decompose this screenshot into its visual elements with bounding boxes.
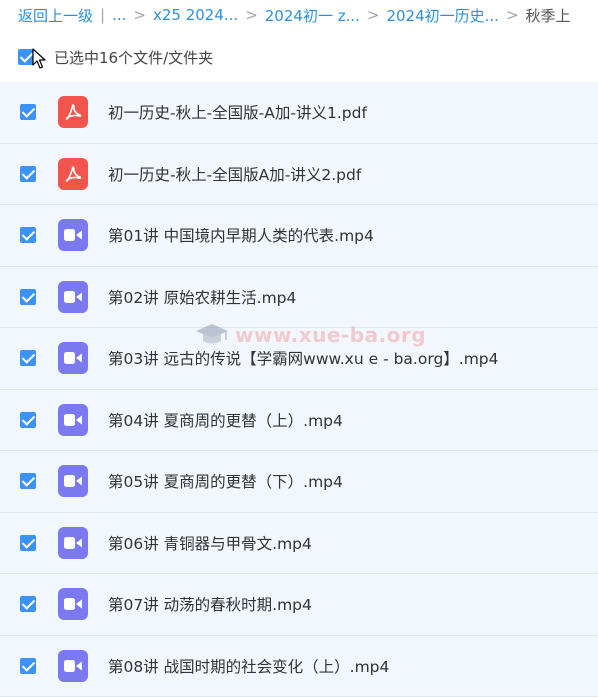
file-name[interactable]: 第05讲 夏商周的更替（下）.mp4 [108, 470, 343, 492]
breadcrumb-separator: > [506, 6, 519, 24]
file-row[interactable]: 第03讲 远古的传说【学霸网www.xu e - ba.org】.mp4 [0, 328, 598, 390]
file-row[interactable]: 初一历史-秋上-全国版-A加-讲义1.pdf [0, 82, 598, 144]
file-row[interactable]: 第06讲 青铜器与甲骨文.mp4 [0, 513, 598, 575]
file-name[interactable]: 第02讲 原始农耕生活.mp4 [108, 286, 296, 308]
breadcrumb-item[interactable]: x25 2024... [153, 6, 238, 24]
file-name[interactable]: 第06讲 青铜器与甲骨文.mp4 [108, 532, 312, 554]
file-row[interactable]: 第02讲 原始农耕生活.mp4 [0, 267, 598, 329]
file-checkbox[interactable] [20, 535, 36, 551]
mouse-cursor-icon [32, 48, 46, 70]
video-icon [58, 404, 88, 436]
file-name[interactable]: 第01讲 中国境内早期人类的代表.mp4 [108, 224, 374, 246]
breadcrumb: 返回上一级 | ... > x25 2024... > 2024初一 z... … [18, 4, 598, 26]
file-name[interactable]: 第04讲 夏商周的更替（上）.mp4 [108, 409, 343, 431]
file-list: 初一历史-秋上-全国版-A加-讲义1.pdf 初一历史-秋上-全国版A加-讲义2.… [0, 82, 598, 697]
file-checkbox[interactable] [20, 412, 36, 428]
breadcrumb-back[interactable]: 返回上一级 [18, 5, 93, 26]
file-checkbox[interactable] [20, 473, 36, 489]
file-name[interactable]: 初一历史-秋上-全国版A加-讲义2.pdf [108, 163, 361, 185]
file-checkbox[interactable] [20, 658, 36, 674]
file-name[interactable]: 第03讲 远古的传说【学霸网www.xu e - ba.org】.mp4 [108, 347, 499, 369]
file-checkbox[interactable] [20, 166, 36, 182]
selection-count-label: 已选中16个文件/文件夹 [54, 47, 213, 68]
file-name[interactable]: 初一历史-秋上-全国版-A加-讲义1.pdf [108, 101, 367, 123]
pdf-icon [58, 96, 88, 128]
breadcrumb-separator: > [245, 6, 258, 24]
video-icon [58, 281, 88, 313]
file-name[interactable]: 第07讲 动荡的春秋时期.mp4 [108, 593, 312, 615]
file-checkbox[interactable] [20, 104, 36, 120]
file-row[interactable]: 第08讲 战国时期的社会变化（上）.mp4 [0, 636, 598, 697]
file-row[interactable]: 第07讲 动荡的春秋时期.mp4 [0, 574, 598, 636]
breadcrumb-item[interactable]: 2024初一 z... [265, 5, 360, 26]
file-checkbox[interactable] [20, 350, 36, 366]
file-name[interactable]: 第08讲 战国时期的社会变化（上）.mp4 [108, 655, 389, 677]
selection-bar: 已选中16个文件/文件夹 [18, 46, 213, 68]
video-icon [58, 588, 88, 620]
video-icon [58, 527, 88, 559]
breadcrumb-separator: | [100, 6, 105, 24]
breadcrumb-current: 秋季上 [526, 5, 571, 26]
video-icon [58, 342, 88, 374]
file-row[interactable]: 第04讲 夏商周的更替（上）.mp4 [0, 390, 598, 452]
video-icon [58, 650, 88, 682]
pdf-icon [58, 158, 88, 190]
breadcrumb-separator: > [133, 6, 146, 24]
breadcrumb-separator: > [367, 6, 380, 24]
file-checkbox[interactable] [20, 596, 36, 612]
file-row[interactable]: 初一历史-秋上-全国版A加-讲义2.pdf [0, 144, 598, 206]
file-checkbox[interactable] [20, 289, 36, 305]
file-row[interactable]: 第05讲 夏商周的更替（下）.mp4 [0, 451, 598, 513]
breadcrumb-ellipsis[interactable]: ... [112, 6, 126, 24]
breadcrumb-item[interactable]: 2024初一历史... [386, 5, 498, 26]
video-icon [58, 465, 88, 497]
file-checkbox[interactable] [20, 227, 36, 243]
file-row[interactable]: 第01讲 中国境内早期人类的代表.mp4 [0, 205, 598, 267]
video-icon [58, 219, 88, 251]
